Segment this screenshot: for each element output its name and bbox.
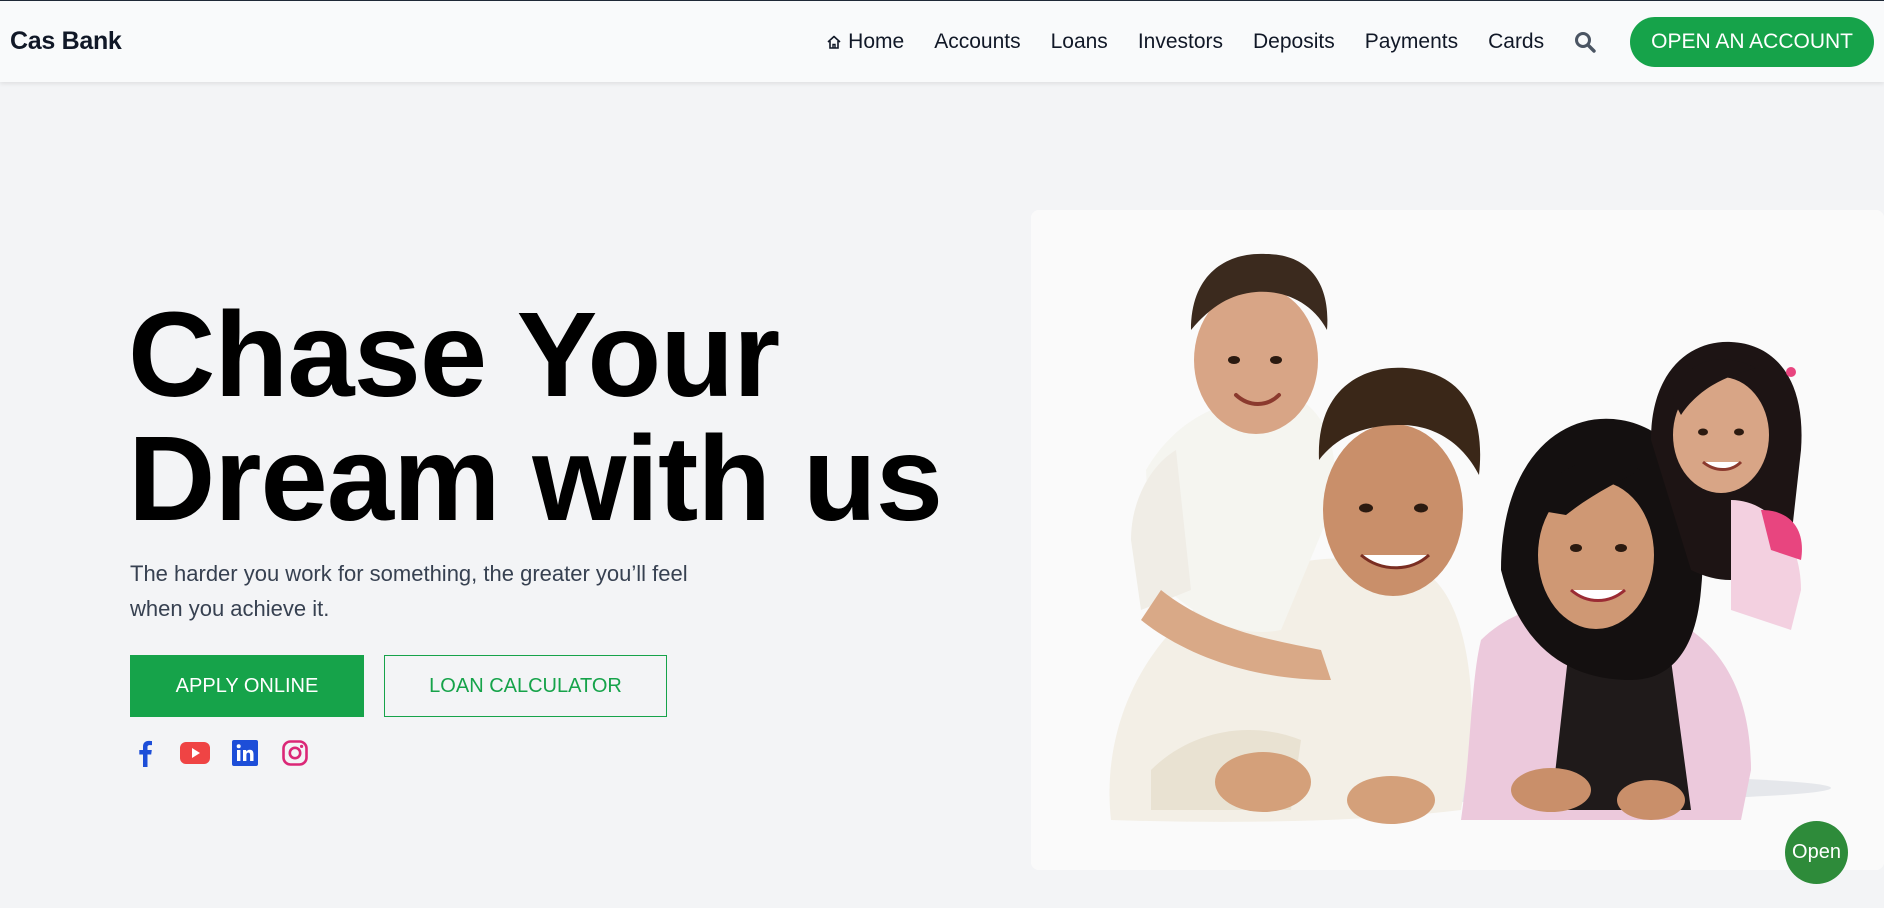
search-icon xyxy=(1575,31,1596,53)
family-photo xyxy=(1031,210,1884,870)
nav-item-cards[interactable]: Cards xyxy=(1488,30,1544,54)
youtube-icon xyxy=(180,742,210,764)
nav-item-payments[interactable]: Payments xyxy=(1365,30,1458,54)
top-navbar: Cas Bank Home Accounts Loans Investors D… xyxy=(0,0,1884,82)
linkedin-link[interactable] xyxy=(230,738,260,768)
instagram-link[interactable] xyxy=(280,738,310,768)
search-button[interactable] xyxy=(1572,29,1598,55)
brand-logo[interactable]: Cas Bank xyxy=(10,27,122,56)
facebook-icon xyxy=(139,740,152,767)
hero-title: Chase Your Dream with us xyxy=(128,286,943,546)
social-links xyxy=(130,738,330,768)
hero-subtitle: The harder you work for something, the g… xyxy=(130,561,688,621)
nav-item-investors[interactable]: Investors xyxy=(1138,30,1223,54)
hero-title-line-2: Dream with us xyxy=(128,410,943,546)
home-icon xyxy=(827,35,841,49)
nav-item-loans[interactable]: Loans xyxy=(1051,30,1108,54)
youtube-link[interactable] xyxy=(180,738,210,768)
nav-item-deposits[interactable]: Deposits xyxy=(1253,30,1335,54)
nav-item-home[interactable]: Home xyxy=(826,30,904,54)
facebook-link[interactable] xyxy=(130,738,160,768)
instagram-icon xyxy=(282,740,308,766)
main-nav: Home Accounts Loans Investors Deposits P… xyxy=(826,16,1874,67)
nav-item-accounts[interactable]: Accounts xyxy=(934,30,1020,54)
nav-item-label: Home xyxy=(848,29,905,53)
loan-calculator-button[interactable]: LOAN CALCULATOR xyxy=(384,655,667,717)
hero-title-line-1: Chase Your xyxy=(128,286,780,422)
linkedin-icon xyxy=(232,740,258,766)
open-account-button[interactable]: OPEN AN ACCOUNT xyxy=(1630,16,1874,67)
apply-online-button[interactable]: APPLY ONLINE xyxy=(130,655,364,717)
open-chat-button[interactable]: Open xyxy=(1785,821,1848,884)
hero-image-card xyxy=(1031,210,1884,870)
